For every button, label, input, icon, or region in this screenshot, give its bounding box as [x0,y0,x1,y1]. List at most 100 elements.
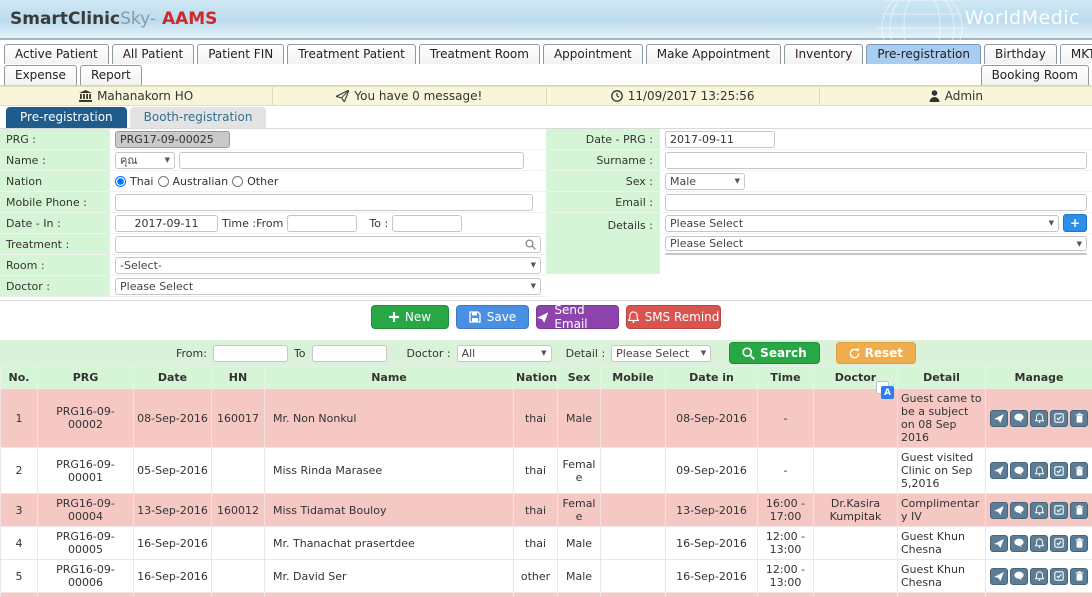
tab-booth-registration[interactable]: Booth-registration [130,107,267,128]
save-button[interactable]: Save [456,305,529,329]
treatment-search-field[interactable] [115,236,541,253]
cell-no: 1 [1,389,38,448]
surname-field[interactable] [665,152,1087,169]
date-prg-field[interactable] [665,131,775,148]
details-textarea[interactable] [665,253,1087,255]
current-datetime: 11/09/2017 13:25:56 [628,89,755,103]
cell-time: - [758,389,814,448]
edit-button[interactable] [1050,462,1068,479]
date-in-field[interactable] [115,215,218,232]
filter-doctor-label: Doctor : [407,347,451,360]
menu-tab-birthday[interactable]: Birthday [984,44,1057,64]
menu-tab-patient-fin[interactable]: Patient FIN [197,44,284,64]
menu-tab-report[interactable]: Report [80,65,142,85]
check-square-icon [1054,538,1064,548]
details-select[interactable]: Please Select▼ [665,236,1087,251]
reset-button[interactable]: Reset [836,342,916,364]
filter-to-field[interactable] [312,345,387,362]
filter-detail-select[interactable]: Please Select▼ [611,345,711,362]
nation-option-thai: Thai [130,175,154,188]
filter-detail-label: Detail : [566,347,606,360]
surname-label: Surname : [546,150,660,170]
remind-button[interactable] [1030,568,1048,585]
filter-to-label: To [294,347,306,360]
delete-button[interactable] [1070,535,1088,552]
trash-icon [1075,413,1084,423]
cell-mobile [601,448,666,494]
col-nation: Nation [514,367,558,389]
message-cell[interactable]: You have 0 message! [273,87,546,105]
cell-detail: Guest visited Clinic on Sep 5,2016 [898,448,986,494]
menu-tab-pre-registration[interactable]: Pre-registration [866,44,981,64]
col-prg: PRG [38,367,134,389]
channel-select[interactable]: Please Select▼ [665,215,1059,232]
comment-button[interactable] [1010,568,1028,585]
delete-button[interactable] [1070,502,1088,519]
nation-radio-other[interactable] [232,176,243,187]
mobile-phone-field[interactable] [115,194,533,211]
menu-tab-appointment[interactable]: Appointment [543,44,643,64]
sms-remind-button[interactable]: SMS Remind [626,305,721,329]
cell-nation: other [514,560,558,593]
comment-button[interactable] [1010,410,1028,427]
sex-select[interactable]: Male▼ [665,173,745,190]
cell-prg: PRG16-09-00006 [38,560,134,593]
filter-from-field[interactable] [213,345,288,362]
cell-date: 05-Sep-2016 [134,448,212,494]
comment-button[interactable] [1010,502,1028,519]
send-row-email-button[interactable] [990,535,1008,552]
nation-option-other: Other [247,175,278,188]
send-row-email-button[interactable] [990,410,1008,427]
menu-tab-make-appointment[interactable]: Make Appointment [646,44,781,64]
user-cell[interactable]: Admin [820,87,1092,105]
menu-tab-inventory[interactable]: Inventory [784,44,863,64]
room-select[interactable]: -Select-▼ [115,257,541,274]
menu-tab-expense[interactable]: Expense [4,65,77,85]
menu-tab-active-patient[interactable]: Active Patient [4,44,109,64]
prg-field[interactable] [115,131,230,148]
search-button[interactable]: Search [729,342,819,364]
edit-button[interactable] [1050,535,1068,552]
nation-radio-thai[interactable] [115,176,126,187]
menu-tab-treatment-patient[interactable]: Treatment Patient [287,44,416,64]
cell-date-in: 16-Sep-2016 [666,560,758,593]
remind-button[interactable] [1030,462,1048,479]
cell-sex: Male [558,527,601,560]
send-row-email-button[interactable] [990,462,1008,479]
email-field[interactable] [665,194,1087,211]
translate-extension-icon[interactable]: A [876,381,894,399]
menu-tab-all-patient[interactable]: All Patient [112,44,194,64]
name-prefix-select[interactable]: คุณ▼ [115,152,175,169]
nation-radio-australian[interactable] [158,176,169,187]
name-field[interactable] [179,152,524,169]
check-square-icon [1054,505,1064,515]
send-row-email-button[interactable] [990,568,1008,585]
delete-button[interactable] [1070,462,1088,479]
menu-tab-treatment-room[interactable]: Treatment Room [419,44,540,64]
delete-button[interactable] [1070,410,1088,427]
new-button[interactable]: New [371,305,449,329]
comment-button[interactable] [1010,535,1028,552]
tab-pre-registration[interactable]: Pre-registration [6,107,127,128]
edit-button[interactable] [1050,410,1068,427]
paper-plane-icon [994,414,1004,423]
menu-tab-booking-room[interactable]: Booking Room [981,65,1089,85]
delete-button[interactable] [1070,568,1088,585]
time-from-field[interactable] [287,215,357,232]
mobile-phone-label: Mobile Phone : [0,192,110,212]
edit-button[interactable] [1050,568,1068,585]
add-channel-button[interactable]: + [1063,214,1087,232]
filter-doctor-select[interactable]: All▼ [457,345,552,362]
time-to-field[interactable] [392,215,462,232]
send-email-button[interactable]: Send Email [536,305,619,329]
remind-button[interactable] [1030,410,1048,427]
menu-tab-mkt-crm[interactable]: MKT&CRM [1060,44,1092,64]
doctor-select[interactable]: Please Select▼ [115,278,541,295]
send-row-email-button[interactable] [990,502,1008,519]
remind-button[interactable] [1030,502,1048,519]
table-row: 6 PRG16-09-00009 19-Sep-2016 160025 Miss… [1,593,1092,597]
comment-button[interactable] [1010,462,1028,479]
edit-button[interactable] [1050,502,1068,519]
cell-date-in: 09-Sep-2016 [666,448,758,494]
remind-button[interactable] [1030,535,1048,552]
